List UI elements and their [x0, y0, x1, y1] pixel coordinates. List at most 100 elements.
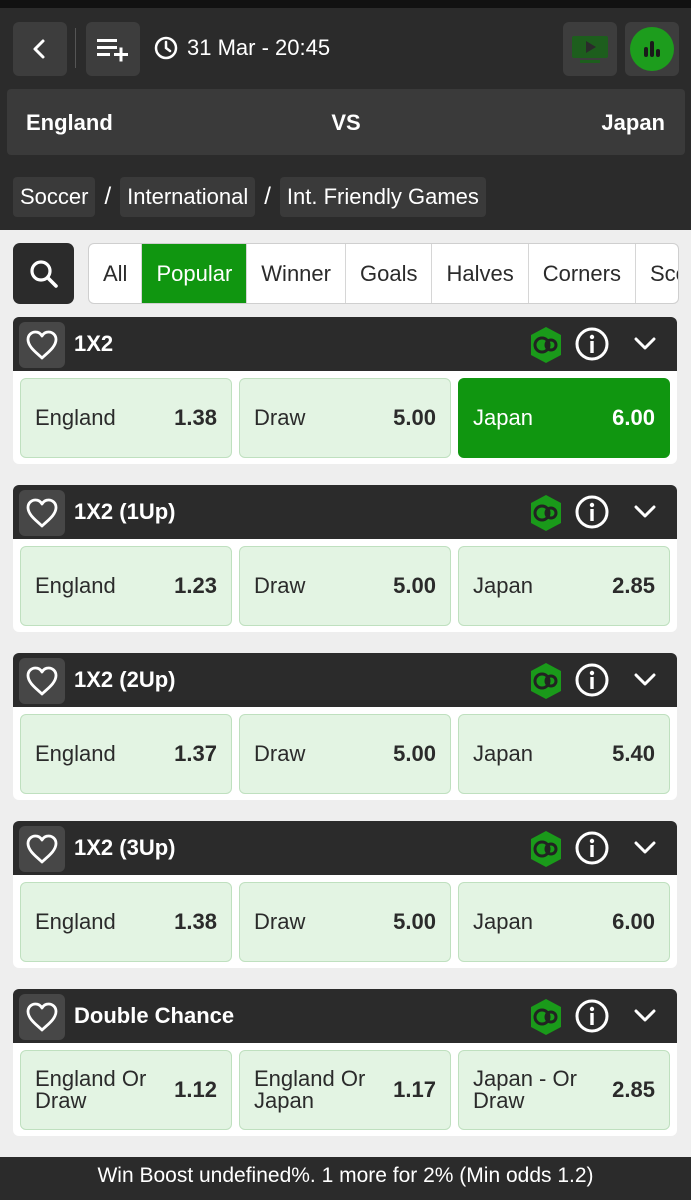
market-title: 1X2 (1Up)	[74, 499, 176, 524]
info-icon[interactable]	[574, 998, 610, 1034]
breadcrumb-league[interactable]: Int. Friendly Games	[279, 177, 486, 217]
stats-button[interactable]	[625, 22, 679, 76]
market-card: 1X2 (2Up) England 1.37 Draw 5.00 Japan 5.40	[13, 653, 677, 800]
odds-button[interactable]: Draw 5.00	[239, 714, 451, 794]
chevron-down-icon[interactable]	[631, 1002, 659, 1030]
match-header: England VS Japan	[7, 89, 685, 155]
odds-value: 5.00	[393, 741, 436, 766]
favorite-button[interactable]	[19, 490, 65, 536]
odds-button[interactable]: England Or Draw 1.12	[20, 1050, 232, 1130]
clock-icon	[154, 36, 178, 60]
odds-button[interactable]: Draw 5.00	[239, 378, 451, 458]
info-icon[interactable]	[574, 326, 610, 362]
odds-button[interactable]: Draw 5.00	[239, 882, 451, 962]
odds-button[interactable]: England 1.38	[20, 378, 232, 458]
market-tabs: All Popular Winner Goals Halves Corners …	[88, 243, 679, 304]
selection-label: England Or Japan	[254, 1066, 366, 1113]
market-card: 1X2 England 1.38 Draw 5.00 Japan 6.00	[13, 317, 677, 464]
tab-score[interactable]: Sco	[636, 244, 678, 303]
market-card: 1X2 (1Up) England 1.23 Draw 5.00 Japan 2.85	[13, 485, 677, 632]
selection-label: England Or Draw	[35, 1066, 147, 1113]
cash-out-icon	[531, 495, 561, 531]
breadcrumb-category[interactable]: International	[120, 177, 256, 217]
odds-value: 5.40	[612, 741, 655, 766]
market-header[interactable]: Double Chance	[13, 989, 677, 1043]
versus-label: VS	[331, 110, 361, 135]
selection-label: Japan - Or Draw	[473, 1066, 577, 1113]
odds-button[interactable]: Draw 5.00	[239, 546, 451, 626]
search-button[interactable]	[13, 243, 74, 304]
market-card: 1X2 (3Up) England 1.38 Draw 5.00 Japan 6.00	[13, 821, 677, 968]
odds-button[interactable]: England 1.23	[20, 546, 232, 626]
tab-corners[interactable]: Corners	[529, 244, 636, 303]
status-strip	[0, 0, 691, 8]
odds-button[interactable]: England 1.37	[20, 714, 232, 794]
add-to-betslip-button[interactable]	[86, 22, 140, 76]
market-card: Double Chance England Or Draw 1.12 England…	[13, 989, 677, 1136]
header-divider	[75, 28, 76, 68]
top-bar: 31 Mar - 20:45 England VS Japan Soccer /…	[0, 0, 691, 230]
odds-value: 6.00	[612, 909, 655, 934]
market-odds-row: England Or Draw 1.12 England Or Japan 1.17 J…	[13, 1043, 677, 1136]
heart-icon	[26, 666, 58, 696]
breadcrumb: Soccer / International / Int. Friendly G…	[13, 177, 486, 217]
chevron-down-icon[interactable]	[631, 834, 659, 862]
odds-value: 5.00	[393, 573, 436, 598]
chevron-down-icon[interactable]	[631, 666, 659, 694]
favorite-button[interactable]	[19, 322, 65, 368]
tab-goals[interactable]: Goals	[346, 244, 433, 303]
selection-label: Draw	[254, 909, 306, 934]
chevron-down-icon[interactable]	[631, 498, 659, 526]
info-icon[interactable]	[574, 830, 610, 866]
back-button[interactable]	[13, 22, 67, 76]
breadcrumb-sport[interactable]: Soccer	[13, 177, 96, 217]
live-stream-button[interactable]	[563, 22, 617, 76]
market-odds-row: England 1.38 Draw 5.00 Japan 6.00	[13, 875, 677, 968]
market-odds-row: England 1.38 Draw 5.00 Japan 6.00	[13, 371, 677, 464]
market-header[interactable]: 1X2	[13, 317, 677, 371]
tab-winner[interactable]: Winner	[247, 244, 346, 303]
odds-button[interactable]: Japan - Or Draw 2.85	[458, 1050, 670, 1130]
chevron-left-icon	[33, 39, 45, 59]
favorite-button[interactable]	[19, 994, 65, 1040]
search-icon	[29, 259, 58, 288]
datetime-text: 31 Mar - 20:45	[187, 35, 331, 60]
market-header[interactable]: 1X2 (1Up)	[13, 485, 677, 539]
tv-play-icon	[572, 36, 608, 63]
market-header[interactable]: 1X2 (2Up)	[13, 653, 677, 707]
tab-all[interactable]: All	[89, 244, 143, 303]
selection-label: Japan	[473, 405, 533, 430]
selection-label: England	[35, 405, 116, 430]
info-icon[interactable]	[574, 494, 610, 530]
odds-value: 1.12	[174, 1077, 217, 1102]
odds-button[interactable]: Japan 2.85	[458, 546, 670, 626]
market-header[interactable]: 1X2 (3Up)	[13, 821, 677, 875]
odds-button[interactable]: Japan 5.40	[458, 714, 670, 794]
odds-button[interactable]: England Or Japan 1.17	[239, 1050, 451, 1130]
heart-icon	[26, 834, 58, 864]
odds-value: 5.00	[393, 405, 436, 430]
selection-label: Draw	[254, 741, 306, 766]
odds-button[interactable]: England 1.38	[20, 882, 232, 962]
tab-popular[interactable]: Popular	[142, 244, 248, 303]
tab-halves[interactable]: Halves	[432, 244, 529, 303]
selection-label: England	[35, 573, 116, 598]
odds-value: 1.17	[393, 1077, 436, 1102]
selection-label: Japan	[473, 741, 533, 766]
favorite-button[interactable]	[19, 658, 65, 704]
odds-button[interactable]: Japan 6.00	[458, 378, 670, 458]
heart-icon	[26, 498, 58, 528]
selection-label: England	[35, 741, 116, 766]
market-odds-row: England 1.37 Draw 5.00 Japan 5.40	[13, 707, 677, 800]
selection-label: England	[35, 909, 116, 934]
odds-button[interactable]: Japan 6.00	[458, 882, 670, 962]
odds-value: 1.38	[174, 909, 217, 934]
info-icon[interactable]	[574, 662, 610, 698]
cash-out-icon	[531, 999, 561, 1035]
chevron-down-icon[interactable]	[631, 330, 659, 358]
cash-out-icon	[531, 327, 561, 363]
away-team: Japan	[601, 110, 665, 135]
favorite-button[interactable]	[19, 826, 65, 872]
cash-out-icon	[531, 831, 561, 867]
market-title: 1X2 (2Up)	[74, 667, 176, 692]
